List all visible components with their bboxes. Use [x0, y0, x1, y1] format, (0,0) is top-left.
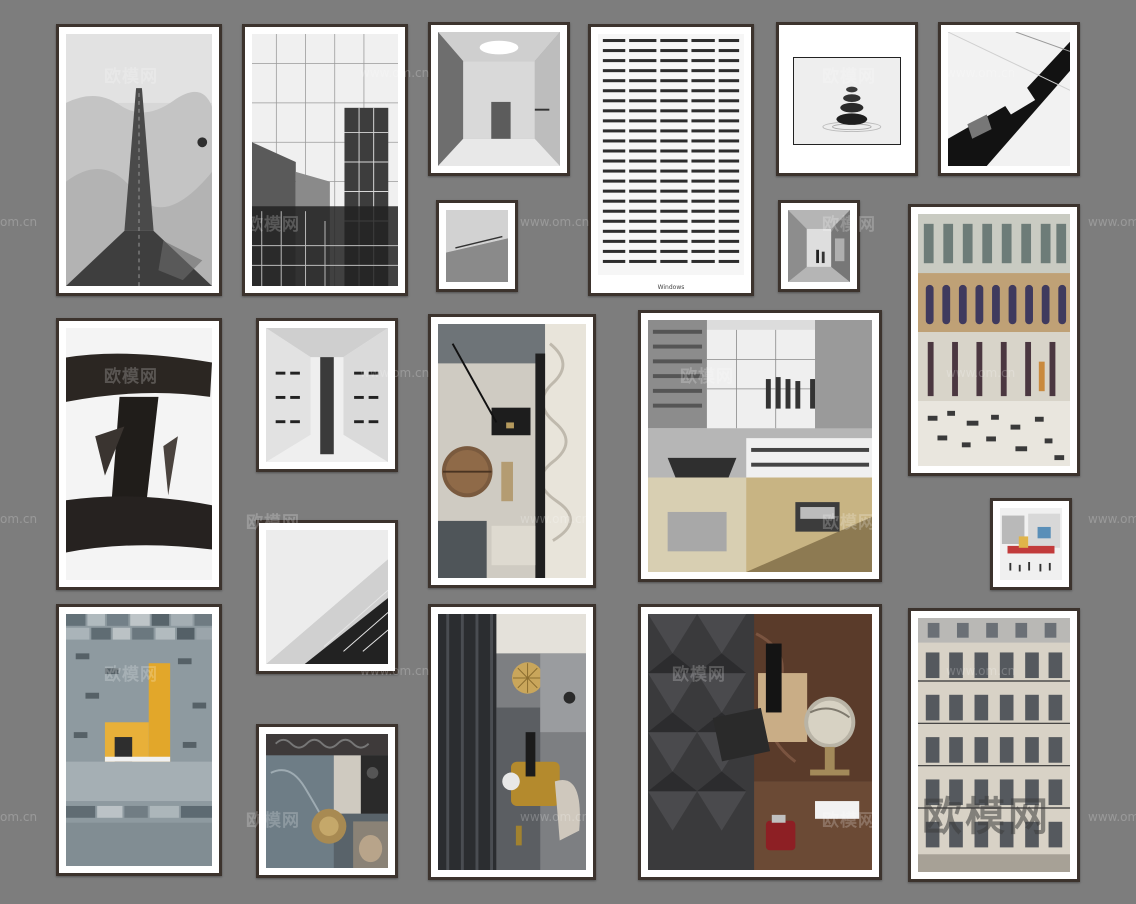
artwork-ink-brush	[66, 328, 212, 580]
watermark-url: www.om.cn	[1088, 215, 1136, 229]
artwork-stacked-stones	[793, 57, 901, 145]
watermark-url: www.om.cn	[520, 215, 590, 229]
frame-wood-globe-moodboard	[638, 604, 882, 880]
frame-grid-city	[242, 24, 408, 296]
watermark-url: www.om.cn	[1088, 810, 1136, 824]
artwork-small-corridor	[446, 210, 508, 282]
frame-desert-road	[56, 24, 222, 296]
artwork-small-gallery	[788, 210, 850, 282]
artwork-architecture-collage	[648, 320, 872, 572]
frame-paris-facade	[908, 608, 1080, 882]
frame-corridor-skylight	[428, 22, 570, 176]
watermark-url-short: om.cn	[0, 810, 38, 824]
watermark-url: www.om.cn	[1088, 512, 1136, 526]
frame-diagonal-facade	[256, 520, 398, 674]
watermark-url-short: om.cn	[0, 215, 38, 229]
frame-stacked-stones	[776, 22, 918, 176]
artwork-wood-globe-moodboard	[648, 614, 872, 870]
artwork-symmetric-interior	[266, 328, 388, 462]
artwork-corridor-skylight	[438, 32, 560, 166]
artwork-ornament-moodboard	[266, 734, 388, 868]
frame-brass-moodboard	[428, 604, 596, 880]
frame-moodboard-globe	[428, 314, 596, 588]
frame-small-gallery	[778, 200, 860, 292]
frame-tiny-collage	[990, 498, 1072, 590]
frame-symmetric-interior	[256, 318, 398, 472]
artwork-tiny-collage	[1000, 508, 1062, 580]
artwork-colonnade-facade	[918, 214, 1070, 466]
artwork-diagonal-facade	[266, 530, 388, 664]
artwork-abstract-structure	[948, 32, 1070, 166]
frame-colonnade-facade	[908, 204, 1080, 476]
artwork-moodboard-globe	[438, 324, 586, 578]
frame-architecture-collage	[638, 310, 882, 582]
artwork-desert-road	[66, 34, 212, 286]
artwork-highrise	[598, 34, 744, 275]
frame-ornament-moodboard	[256, 724, 398, 878]
artwork-grid-city	[252, 34, 398, 286]
artwork-mosaic-facade	[66, 614, 212, 866]
frame-abstract-structure	[938, 22, 1080, 176]
artwork-brass-moodboard	[438, 614, 586, 870]
artwork-paris-facade	[918, 618, 1070, 872]
frame-mosaic-facade	[56, 604, 222, 876]
watermark-url-short: om.cn	[0, 512, 38, 526]
frame-ink-brush	[56, 318, 222, 590]
frame-highrise: Windows	[588, 24, 754, 296]
artwork-caption: Windows	[657, 284, 685, 291]
frame-small-corridor	[436, 200, 518, 292]
